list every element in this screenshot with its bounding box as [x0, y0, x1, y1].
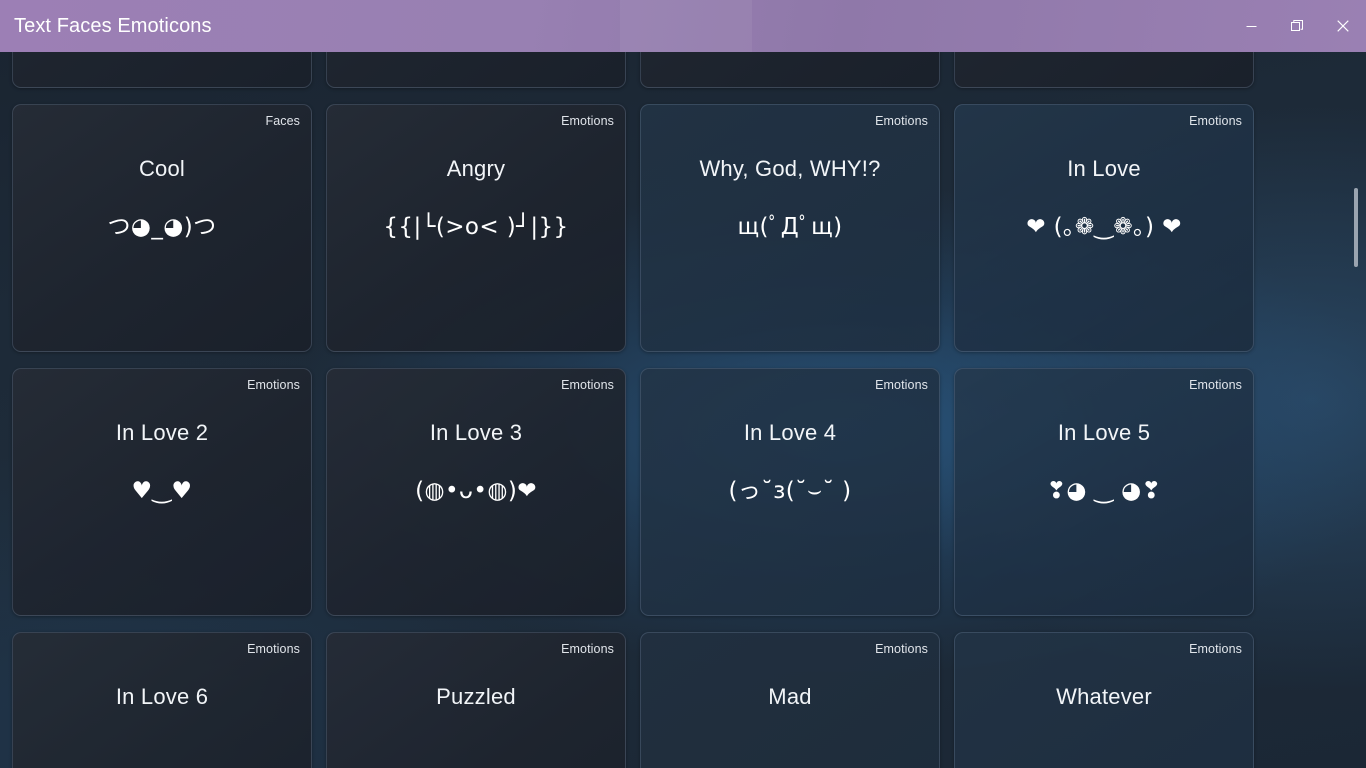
close-icon — [1337, 20, 1349, 32]
card-title: Puzzled — [436, 684, 516, 709]
card-emoticon: ♥‿♥ — [131, 478, 193, 504]
app-window: Text Faces Emoticons Faces Cool つ◕_◕)つ E… — [0, 0, 1366, 768]
app-title: Text Faces Emoticons — [14, 15, 212, 37]
card-emoticon: щ(ﾟДﾟщ) — [737, 214, 843, 240]
card-category-tag: Emotions — [561, 642, 614, 656]
card-title: Whatever — [1056, 684, 1152, 709]
emoticon-card[interactable]: Emotions In Love 5 ❣◕ ‿ ◕❣ — [954, 368, 1254, 616]
card-title: In Love — [1067, 156, 1141, 181]
close-button[interactable] — [1320, 0, 1366, 52]
emoticon-card[interactable] — [640, 52, 940, 88]
card-emoticon: (◍•ᴗ•◍)❤ — [415, 478, 537, 504]
emoticon-card[interactable]: Emotions Why, God, WHY!? щ(ﾟДﾟщ) — [640, 104, 940, 352]
minimize-icon — [1246, 21, 1257, 32]
emoticon-card[interactable]: Emotions In Love 2 ♥‿♥ — [12, 368, 312, 616]
card-category-tag: Faces — [265, 114, 300, 128]
card-title: In Love 6 — [115, 684, 209, 709]
card-emoticon: (っ˘з(˘⌣˘ ) — [728, 478, 852, 504]
emoticon-card[interactable]: Emotions In Love 3 (◍•ᴗ•◍)❤ — [326, 368, 626, 616]
card-emoticon: ❣◕ ‿ ◕❣ — [1046, 478, 1162, 504]
card-emoticon: ❤ (｡❁‿❁｡) ❤ — [1026, 214, 1182, 240]
card-category-tag: Emotions — [247, 378, 300, 392]
emoticon-card[interactable]: Emotions In Love 6 — [12, 632, 312, 768]
card-category-tag: Emotions — [1189, 378, 1242, 392]
card-title: In Love 4 — [743, 420, 837, 445]
emoticon-card[interactable] — [326, 52, 626, 88]
emoticon-card[interactable]: Emotions In Love ❤ (｡❁‿❁｡) ❤ — [954, 104, 1254, 352]
card-category-tag: Emotions — [247, 642, 300, 656]
card-title: Cool — [138, 156, 186, 181]
card-category-tag: Emotions — [875, 114, 928, 128]
emoticon-card[interactable]: Emotions Puzzled — [326, 632, 626, 768]
emoticon-card[interactable]: Emotions Angry {{|└(>o< )┘|}} — [326, 104, 626, 352]
card-category-tag: Emotions — [1189, 114, 1242, 128]
emoticon-grid: Faces Cool つ◕_◕)つ Emotions Angry {{|└(>o< )┘|… — [12, 52, 1255, 768]
window-controls — [1228, 0, 1366, 52]
emoticon-card[interactable]: Emotions In Love 4 (っ˘з(˘⌣˘ ) — [640, 368, 940, 616]
card-category-tag: Emotions — [1189, 642, 1242, 656]
emoticon-card[interactable] — [12, 52, 312, 88]
card-category-tag: Emotions — [875, 378, 928, 392]
minimize-button[interactable] — [1228, 0, 1274, 52]
emoticon-grid-scroll-area[interactable]: Faces Cool つ◕_◕)つ Emotions Angry {{|└(>o< )┘|… — [0, 52, 1366, 768]
scrollbar-thumb[interactable] — [1354, 188, 1358, 267]
card-title: Why, God, WHY!? — [699, 156, 881, 181]
card-title: In Love 3 — [429, 420, 523, 445]
card-title: In Love 2 — [115, 420, 209, 445]
card-title: Angry — [446, 156, 506, 181]
card-emoticon: つ◕_◕)つ — [107, 214, 217, 240]
emoticon-card[interactable]: Emotions Mad — [640, 632, 940, 768]
restore-icon — [1291, 20, 1303, 32]
title-bar[interactable]: Text Faces Emoticons — [0, 0, 1366, 52]
card-category-tag: Emotions — [561, 114, 614, 128]
emoticon-card[interactable]: Emotions Whatever — [954, 632, 1254, 768]
maximize-button[interactable] — [1274, 0, 1320, 52]
card-title: Mad — [768, 684, 812, 709]
emoticon-card[interactable] — [954, 52, 1254, 88]
emoticon-card[interactable]: Faces Cool つ◕_◕)つ — [12, 104, 312, 352]
card-emoticon: {{|└(>o< )┘|}} — [383, 214, 569, 240]
card-title: In Love 5 — [1057, 420, 1151, 445]
card-category-tag: Emotions — [875, 642, 928, 656]
card-category-tag: Emotions — [561, 378, 614, 392]
vertical-scrollbar[interactable] — [1350, 52, 1362, 768]
